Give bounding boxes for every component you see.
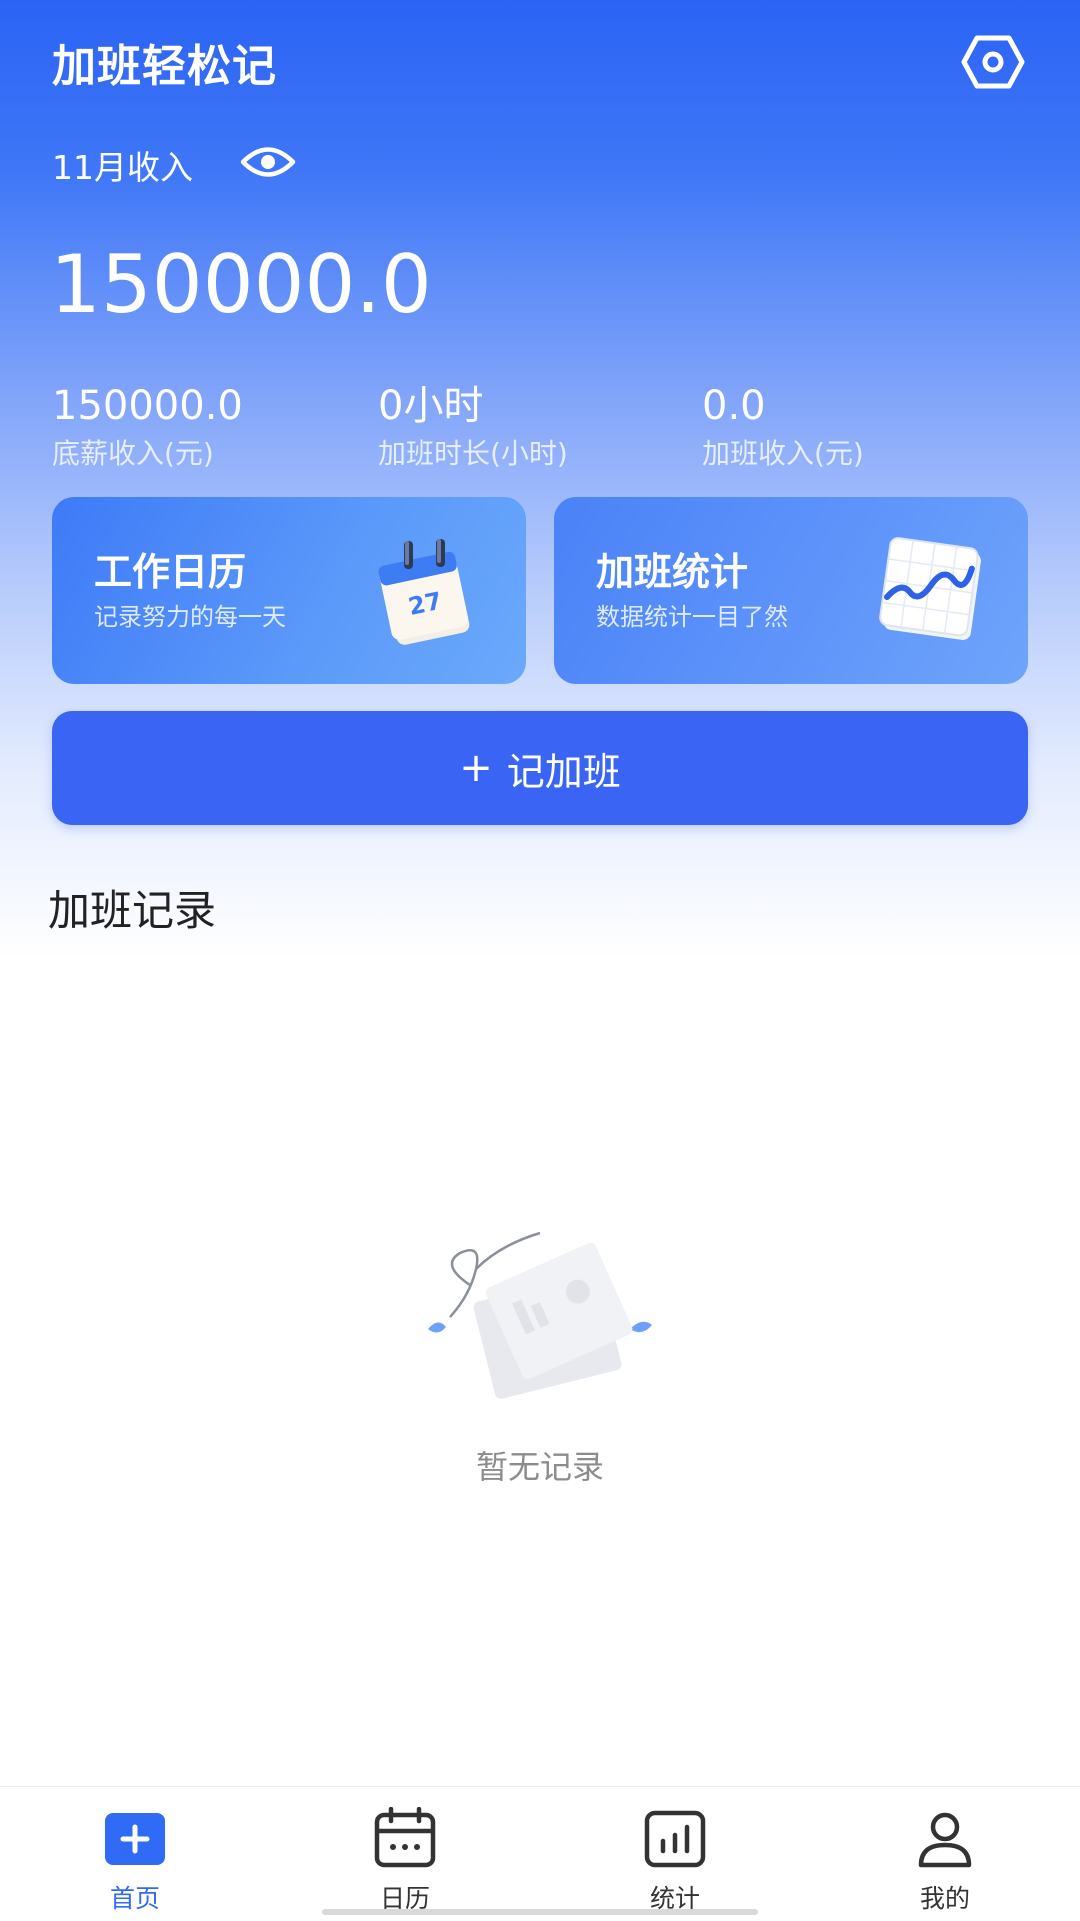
tab-label: 首页 [109,1884,160,1913]
add-overtime-label: 记加班 [506,749,621,794]
overtime-stats-card[interactable]: 加班统计 数据统计一目了然 [554,497,1028,684]
calendar-3d-icon: 27 [378,539,470,645]
stat-value: 0.0 [702,383,766,429]
bottom-tab-bar: 首页 日历 统计 我的 [0,1786,1080,1921]
empty-records-text: 暂无记录 [475,1448,604,1486]
home-indicator [322,1909,758,1915]
tab-profile[interactable]: 我的 [810,1787,1080,1921]
card-subtitle: 数据统计一目了然 [596,603,788,631]
stat-value: 150000.0 [52,383,243,429]
app-title: 加班轻松记 [52,41,277,92]
settings-button[interactable] [960,34,1026,90]
chart-3d-icon [879,537,981,640]
plus-icon: + [459,745,493,791]
work-calendar-card[interactable]: 工作日历 记录努力的每一天 27 [52,497,526,684]
bar-chart-icon [644,1810,706,1868]
eye-icon [240,147,296,177]
card-title: 工作日历 [94,550,247,594]
stat-label: 底薪收入(元) [52,437,214,470]
settings-hexagon-icon [961,35,1025,89]
total-income-amount: 150000.0 [50,238,432,331]
card-subtitle: 记录努力的每一天 [94,603,286,631]
overtime-income-stat: 0.0 加班收入(元) [702,380,864,476]
stat-value: 0小时 [378,383,484,429]
stat-label: 加班时长(小时) [378,437,568,470]
empty-records-illustration [428,1231,652,1399]
overtime-records-title: 加班记录 [48,886,217,935]
toggle-visibility-button[interactable] [240,143,296,181]
user-icon [918,1812,972,1868]
tab-label: 我的 [919,1884,970,1913]
tab-calendar[interactable]: 日历 [270,1787,540,1921]
home-plus-icon [105,1813,165,1865]
overtime-hours-stat: 0小时 加班时长(小时) [378,380,568,476]
add-overtime-button[interactable]: + 记加班 [52,711,1028,825]
card-title: 加班统计 [596,550,749,594]
tab-home[interactable]: 首页 [0,1787,270,1921]
stat-label: 加班收入(元) [702,437,864,470]
calendar-icon [374,1807,436,1868]
base-salary-stat: 150000.0 底薪收入(元) [52,380,243,476]
tab-statistics[interactable]: 统计 [540,1787,810,1921]
month-income-label: 11月收入 [52,148,193,187]
